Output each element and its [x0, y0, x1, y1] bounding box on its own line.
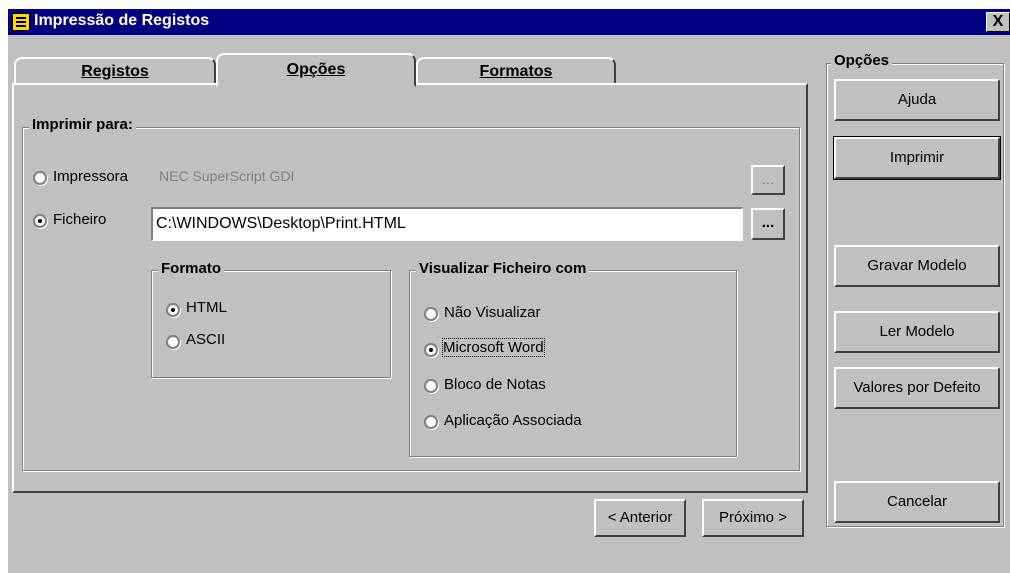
format-html-radio[interactable]	[166, 303, 180, 317]
options-group: Opções	[826, 52, 1004, 527]
cancel-button[interactable]: Cancelar	[834, 481, 1000, 523]
printer-radio[interactable]	[33, 171, 47, 185]
next-button[interactable]: Próximo >	[702, 499, 804, 537]
load-template-label: Ler Modelo	[879, 323, 955, 340]
options-legend: Opções	[831, 52, 893, 69]
defaults-button[interactable]: Valores por Defeito	[834, 367, 1000, 409]
view-none-radio[interactable]	[424, 307, 438, 321]
file-browse-button[interactable]: ...	[751, 208, 785, 240]
dialog-window: Impressão de Registos X Registos Opções …	[8, 9, 1010, 573]
file-path-input[interactable]: C:\WINDOWS\Desktop\Print.HTML	[151, 207, 743, 241]
title-bar: Impressão de Registos X	[8, 9, 1010, 35]
view-word-radio[interactable]	[424, 343, 438, 357]
save-template-label: Gravar Modelo	[867, 257, 967, 274]
help-label: Ajuda	[897, 91, 937, 108]
tab-label: Registos	[81, 63, 149, 80]
notepad-icon	[12, 13, 30, 31]
file-label: Ficheiro	[53, 211, 107, 228]
view-none-label: Não Visualizar	[444, 304, 541, 321]
format-group: Formato HTML ASCII	[151, 260, 391, 378]
previous-button[interactable]: < Anterior	[594, 499, 686, 537]
view-word-label: Microsoft Word	[442, 338, 545, 357]
print-button[interactable]: Imprimir	[833, 136, 1001, 180]
help-button[interactable]: Ajuda	[834, 79, 1000, 121]
format-ascii-label: ASCII	[186, 331, 226, 348]
tab-label: Formatos	[479, 63, 553, 80]
view-with-group: Visualizar Ficheiro com Não Visualizar M…	[409, 260, 737, 457]
previous-label: < Anterior	[607, 509, 673, 526]
tab-label: Opções	[286, 61, 346, 78]
view-associated-label: Aplicação Associada	[444, 412, 582, 429]
printer-name: NEC SuperScript GDI	[159, 168, 295, 184]
print-label: Imprimir	[889, 149, 945, 166]
window-title: Impressão de Registos	[34, 12, 210, 29]
print-to-group: Imprimir para: Impressora NEC SuperScrip…	[22, 116, 800, 471]
view-notepad-radio[interactable]	[424, 379, 438, 393]
print-to-legend: Imprimir para:	[29, 116, 136, 133]
printer-label: Impressora	[53, 168, 129, 185]
tab-panel-opcoes: Imprimir para: Impressora NEC SuperScrip…	[12, 83, 808, 493]
file-radio[interactable]	[33, 214, 47, 228]
printer-browse-button[interactable]: ...	[751, 165, 785, 195]
view-associated-radio[interactable]	[424, 415, 438, 429]
next-label: Próximo >	[719, 509, 787, 526]
tab-opcoes[interactable]: Opções	[216, 53, 416, 87]
format-ascii-radio[interactable]	[166, 335, 180, 349]
format-html-label: HTML	[186, 299, 227, 316]
format-legend: Formato	[158, 260, 224, 277]
load-template-button[interactable]: Ler Modelo	[834, 311, 1000, 353]
view-notepad-label: Bloco de Notas	[444, 376, 546, 393]
close-button[interactable]: X	[986, 12, 1010, 32]
cancel-label: Cancelar	[886, 493, 948, 510]
view-with-legend: Visualizar Ficheiro com	[416, 260, 590, 277]
save-template-button[interactable]: Gravar Modelo	[834, 245, 1000, 287]
defaults-label: Valores por Defeito	[853, 379, 981, 396]
